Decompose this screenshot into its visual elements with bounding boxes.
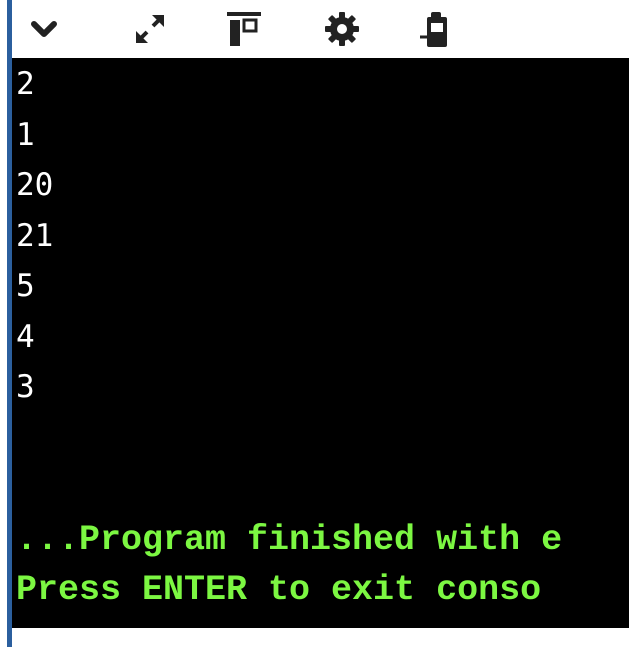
- panel-toggle-icon: [227, 12, 261, 46]
- toolbar: [12, 0, 629, 58]
- settings-button[interactable]: [318, 6, 366, 52]
- clipboard-icon: [420, 12, 447, 47]
- expand-icon: [136, 15, 164, 43]
- program-finished-message: ...Program finished with e: [16, 520, 563, 560]
- output-line: 4: [16, 319, 35, 355]
- maximize-button[interactable]: [126, 6, 174, 52]
- bottom-margin: [12, 628, 629, 647]
- chevron-down-icon: [31, 21, 57, 37]
- output-line: 20: [16, 167, 54, 203]
- console-output-area[interactable]: 2 1 20 21 5 4 3 ...Program finished with…: [12, 58, 629, 628]
- output-line: 2: [16, 66, 35, 102]
- output-line: 5: [16, 268, 35, 304]
- gear-icon: [325, 12, 359, 46]
- output-line: 3: [16, 369, 35, 405]
- press-enter-message: Press ENTER to exit conso: [16, 570, 542, 610]
- output-line: 1: [16, 117, 35, 153]
- layout-button[interactable]: [220, 6, 268, 52]
- output-line: 21: [16, 218, 54, 254]
- copy-output-button[interactable]: [412, 6, 460, 52]
- collapse-button[interactable]: [20, 6, 68, 52]
- console-window: 2 1 20 21 5 4 3 ...Program finished with…: [0, 0, 629, 647]
